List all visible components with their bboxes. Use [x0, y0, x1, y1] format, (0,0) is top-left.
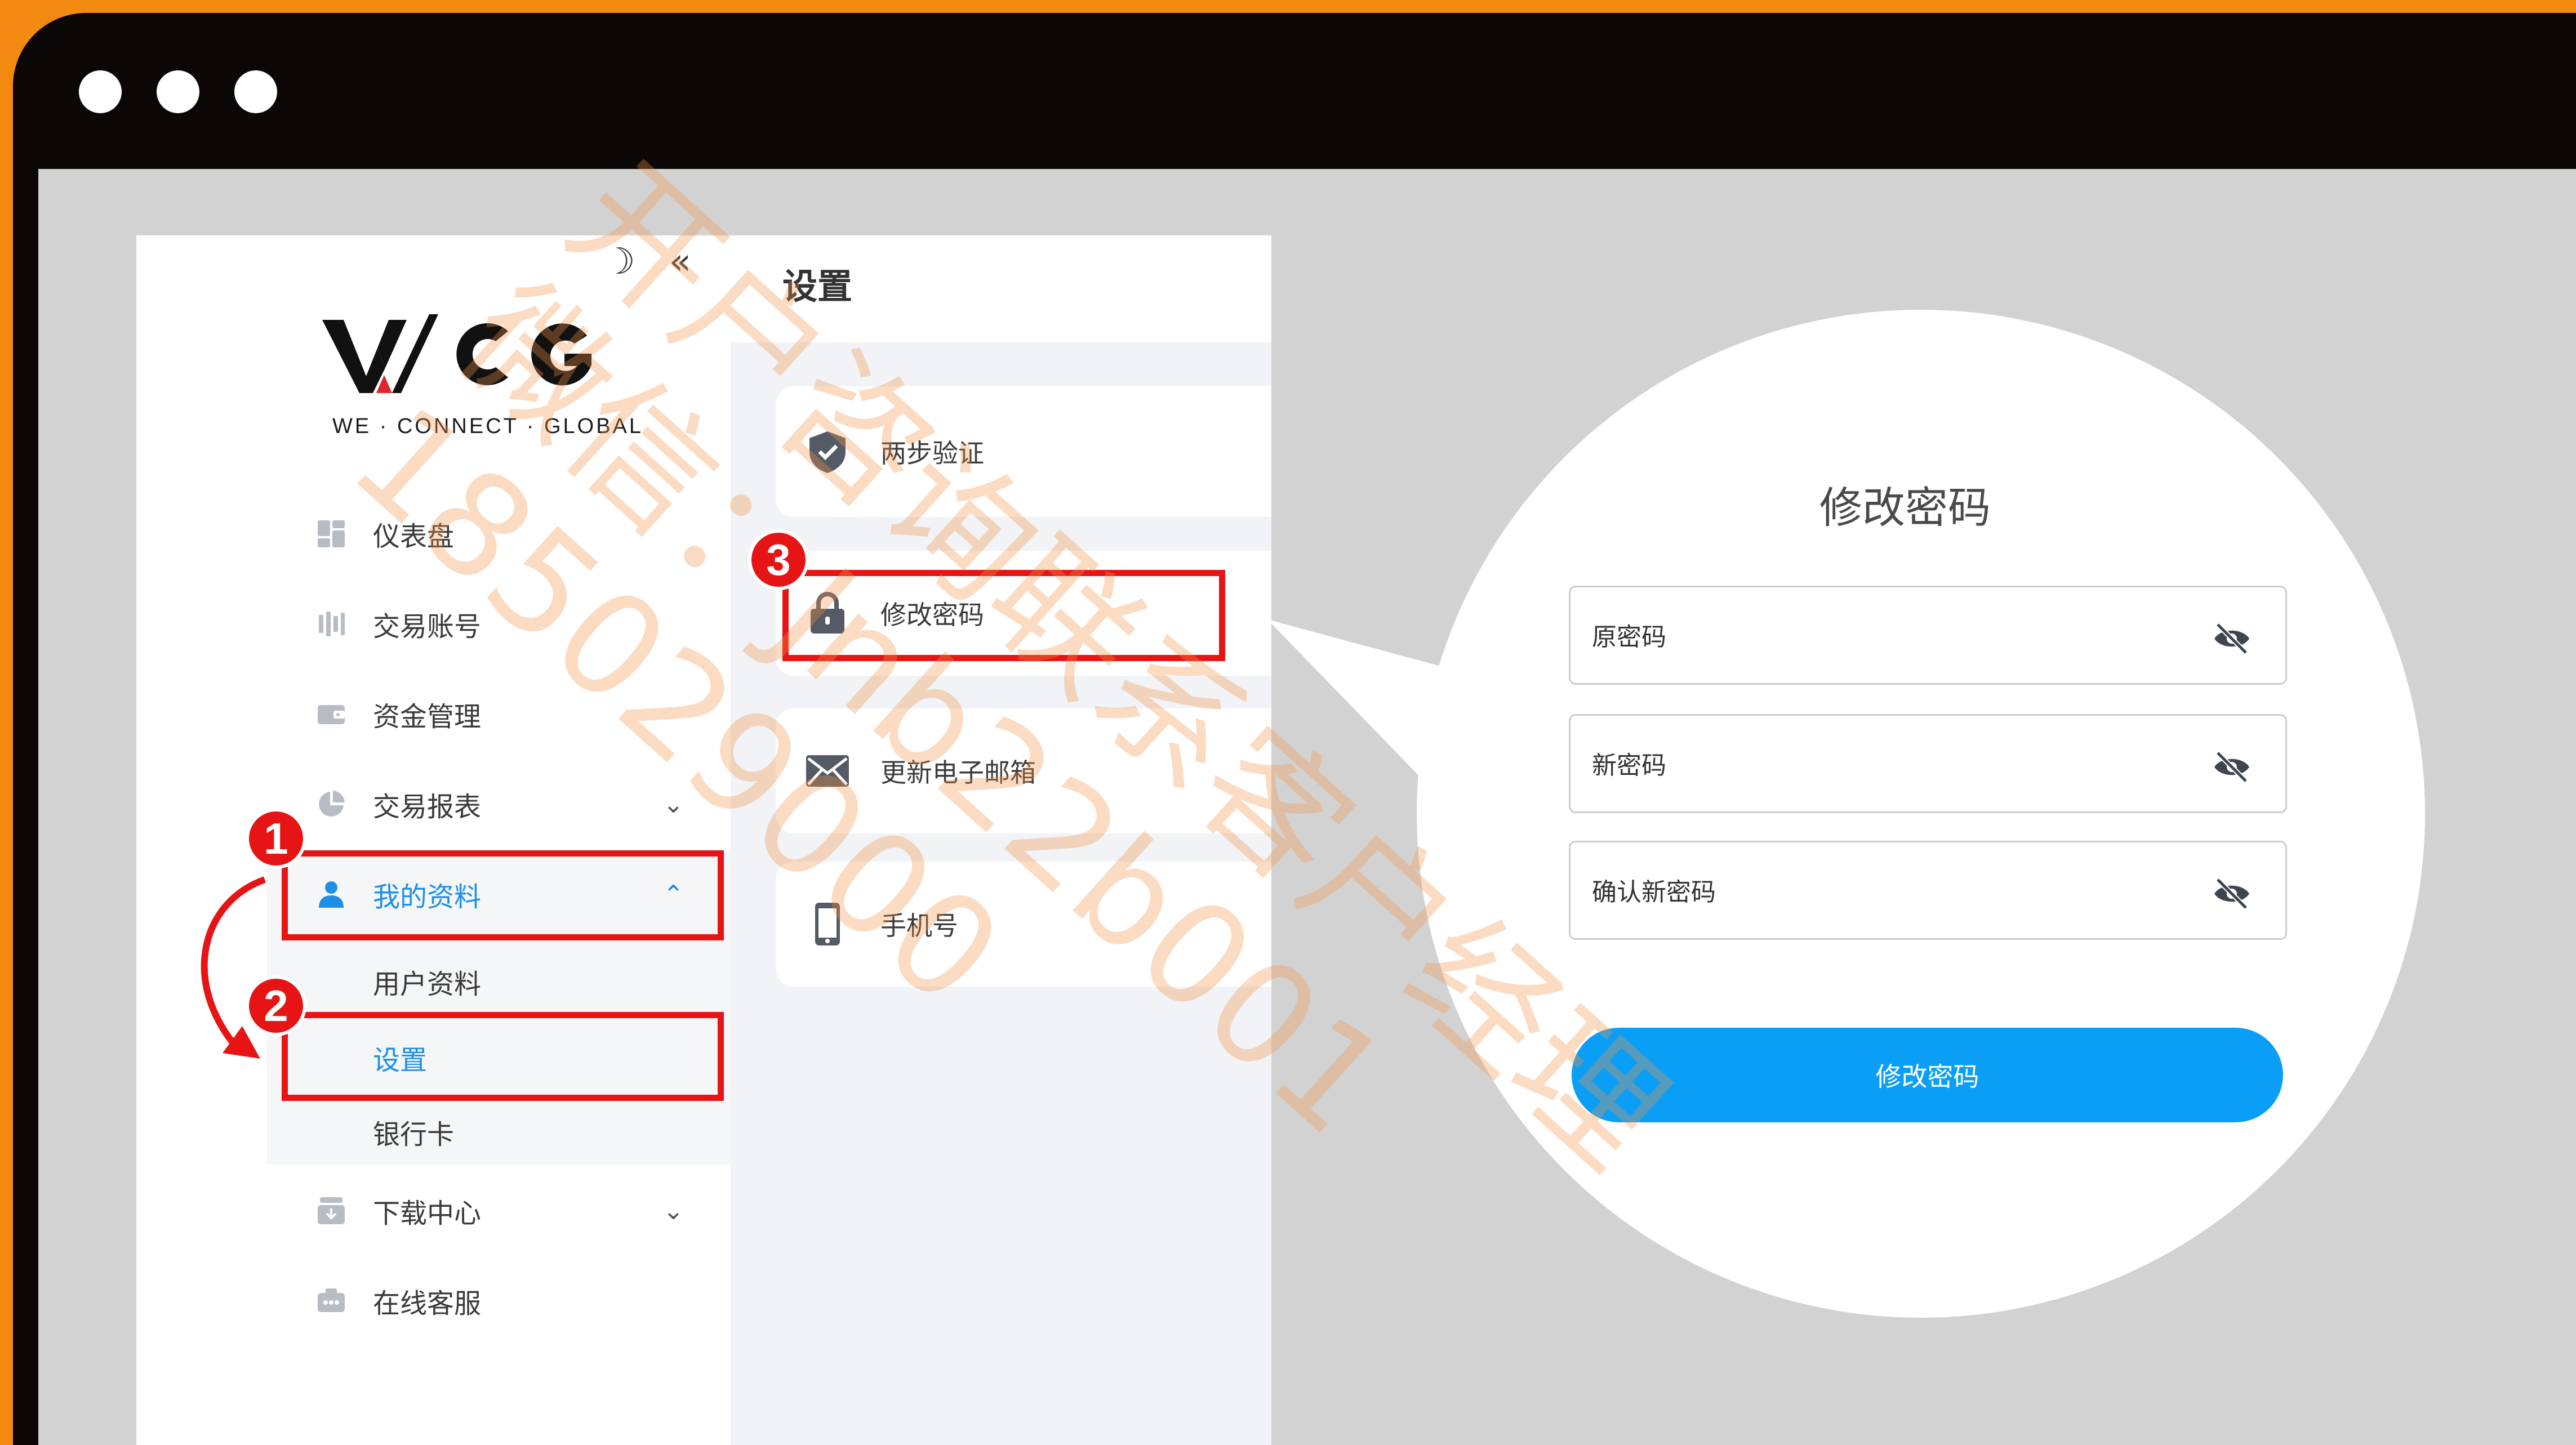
confirm-password-input[interactable]	[1592, 871, 2183, 913]
change-password-title: 修改密码	[1819, 483, 1991, 533]
confirm-password-field[interactable]	[1569, 841, 2287, 940]
old-password-field[interactable]	[1569, 586, 2287, 685]
zoom-bubble	[1417, 310, 2425, 1318]
old-password-input[interactable]	[1592, 616, 2183, 658]
eye-off-icon[interactable]	[2212, 874, 2252, 913]
new-password-field[interactable]	[1569, 714, 2287, 813]
new-password-input[interactable]	[1592, 744, 2183, 787]
eye-off-icon[interactable]	[2212, 619, 2252, 658]
change-password-submit-button[interactable]: 修改密码	[1572, 1028, 2283, 1122]
eye-off-icon[interactable]	[2212, 747, 2252, 787]
